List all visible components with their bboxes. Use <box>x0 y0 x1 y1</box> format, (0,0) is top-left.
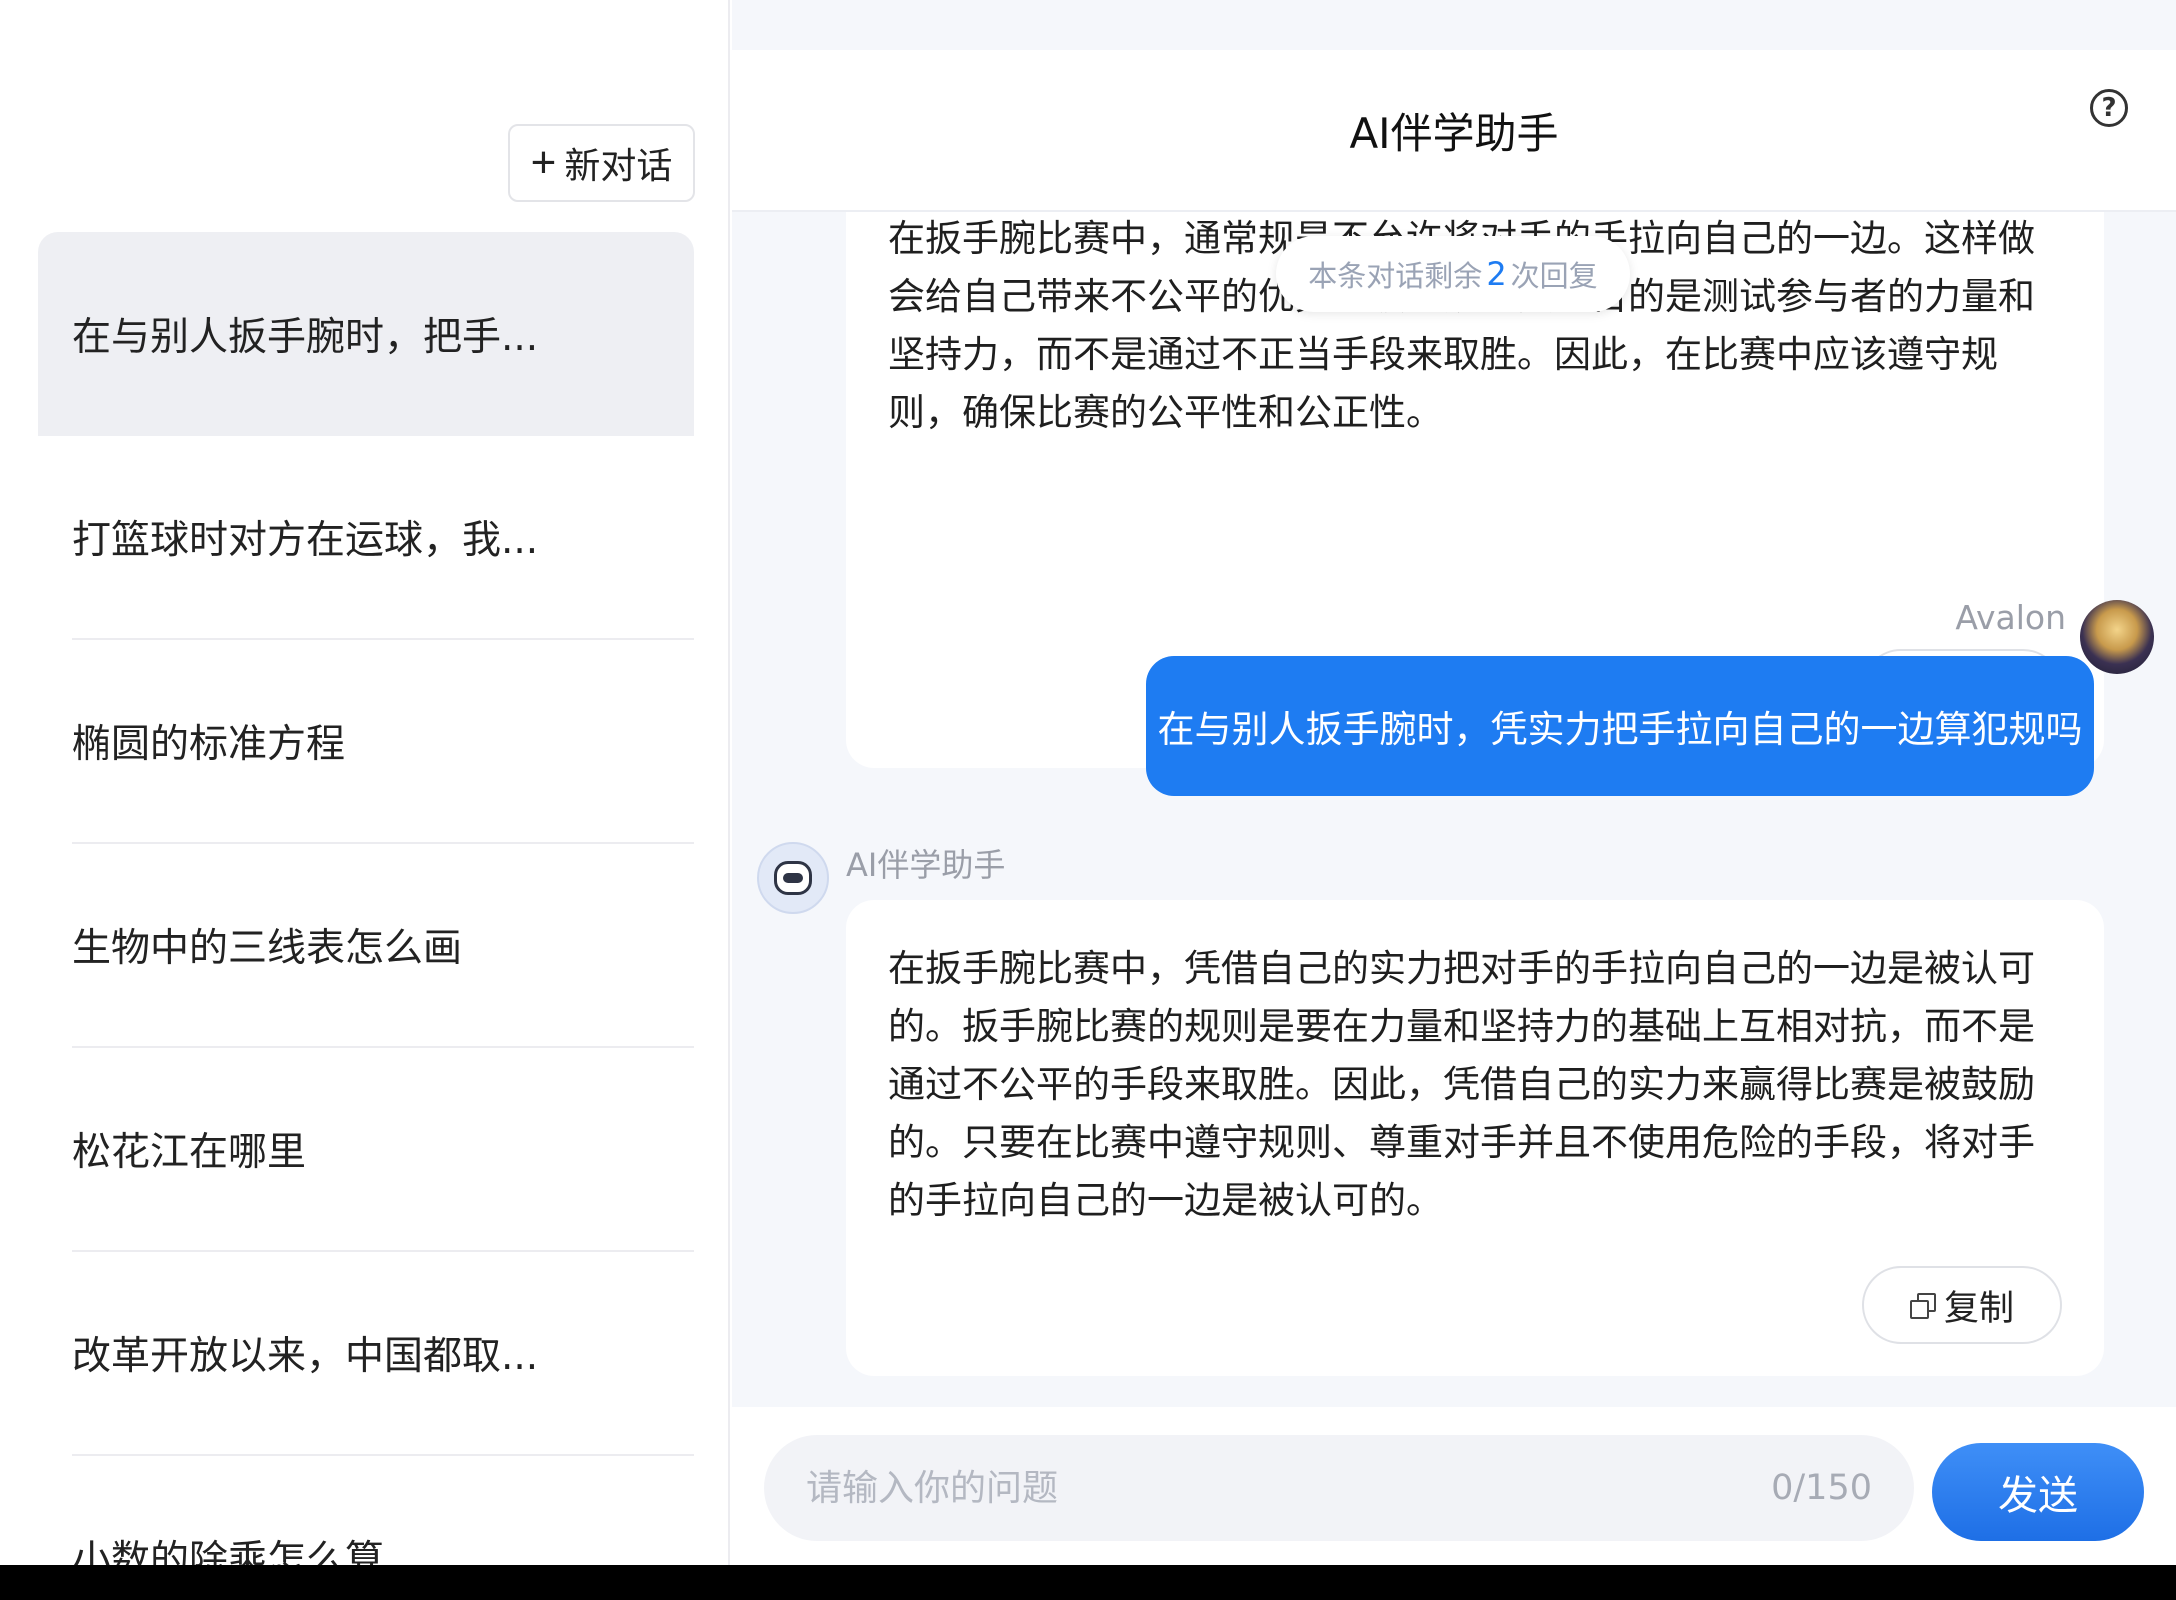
new-chat-button[interactable]: + 新对话 <box>508 124 695 202</box>
remaining-prefix: 本条对话剩余 <box>1308 259 1483 293</box>
remaining-replies-badge: 本条对话剩余 2 次回复 <box>1276 236 1630 312</box>
user-name: Avalon <box>1955 598 2066 637</box>
chat-panel: AI伴学助手 ? 在扳手腕比赛中，通常规是不允许将对手的手拉向自己的一边。这样做… <box>732 0 2176 1565</box>
user-message-bubble: 在与别人扳手腕时，凭实力把手拉向自己的一边算犯规吗 <box>1146 656 2094 796</box>
help-icon[interactable]: ? <box>2090 89 2128 127</box>
plus-icon: + <box>530 138 557 187</box>
copy-button[interactable]: 复制 <box>1862 1266 2062 1344</box>
send-button[interactable]: 发送 <box>1932 1443 2144 1541</box>
assistant-message-text: 在扳手腕比赛中，凭借自己的实力把对手的手拉向自己的一边是被认可的。扳手腕比赛的规… <box>888 947 2035 1222</box>
bot-name: AI伴学助手 <box>846 846 1006 884</box>
conversation-item[interactable]: 椭圆的标准方程 <box>72 640 694 844</box>
conversation-item[interactable]: 松花江在哪里 <box>72 1048 694 1252</box>
remaining-count: 2 <box>1486 255 1507 293</box>
assistant-message-bubble: 在扳手腕比赛中，凭借自己的实力把对手的手拉向自己的一边是被认可的。扳手腕比赛的规… <box>846 900 2104 1376</box>
app-root: + 新对话 在与别人扳手腕时，把手... 打篮球时对方在运球，我... 椭圆的标… <box>0 0 2176 1600</box>
conversation-item[interactable]: 生物中的三线表怎么画 <box>72 844 694 1048</box>
char-counter: 0/150 <box>1771 1468 1872 1508</box>
input-area: 0/150 发送 <box>732 1407 2176 1565</box>
copy-label: 复制 <box>1943 1288 2014 1328</box>
conversation-item[interactable]: 改革开放以来，中国都取... <box>72 1252 694 1456</box>
question-input[interactable] <box>806 1467 1706 1509</box>
conversation-item[interactable]: 小数的除乘怎么算 <box>72 1456 694 1565</box>
system-bottom-bar <box>0 1565 2176 1600</box>
conversation-list: 在与别人扳手腕时，把手... 打篮球时对方在运球，我... 椭圆的标准方程 生物… <box>38 232 694 1565</box>
chat-header: AI伴学助手 ? <box>732 50 2176 212</box>
bot-avatar-icon <box>757 842 829 914</box>
question-input-container[interactable]: 0/150 <box>764 1435 1914 1541</box>
user-avatar[interactable] <box>2080 600 2154 674</box>
copy-icon <box>1909 1293 1936 1319</box>
sidebar: + 新对话 在与别人扳手腕时，把手... 打篮球时对方在运球，我... 椭圆的标… <box>0 0 730 1565</box>
new-chat-label: 新对话 <box>564 145 673 186</box>
message-list[interactable]: 在扳手腕比赛中，通常规是不允许将对手的手拉向自己的一边。这样做会给自己带来不公平… <box>732 212 2176 1407</box>
page-title: AI伴学助手 <box>1349 108 1559 158</box>
remaining-suffix: 次回复 <box>1510 259 1598 293</box>
conversation-item-active[interactable]: 在与别人扳手腕时，把手... <box>38 232 694 436</box>
conversation-item[interactable]: 打篮球时对方在运球，我... <box>72 436 694 640</box>
